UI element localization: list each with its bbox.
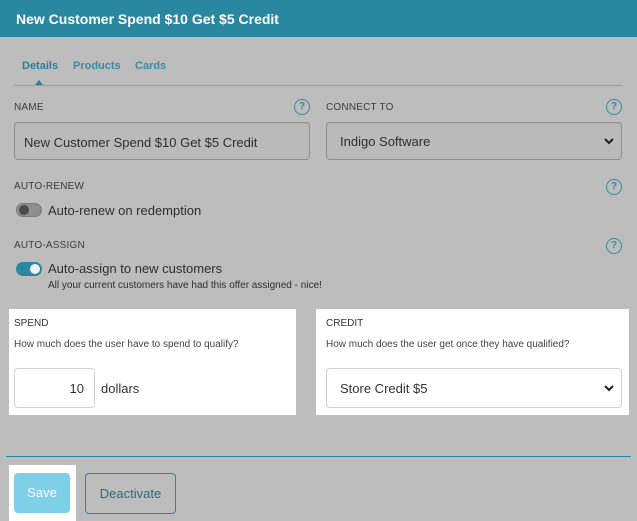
spend-description: How much does the user have to spend to … <box>14 339 239 350</box>
connect-to-select[interactable]: Indigo Software <box>326 122 622 160</box>
spend-amount-input[interactable]: 10 <box>14 368 95 408</box>
toggle-knob <box>19 205 29 215</box>
credit-label: CREDIT <box>326 318 364 329</box>
page-header: New Customer Spend $10 Get $5 Credit <box>0 0 637 37</box>
help-icon[interactable]: ? <box>294 99 310 115</box>
active-tab-indicator <box>35 80 43 85</box>
deactivate-button[interactable]: Deactivate <box>85 473 176 514</box>
page-title: New Customer Spend $10 Get $5 Credit <box>16 11 279 27</box>
credit-selected: Store Credit $5 <box>340 381 428 396</box>
help-icon[interactable]: ? <box>606 99 622 115</box>
tab-products[interactable]: Products <box>73 60 121 72</box>
tab-details[interactable]: Details <box>22 60 58 72</box>
help-icon[interactable]: ? <box>606 179 622 195</box>
spend-amount-value: 10 <box>69 381 84 396</box>
chevron-down-icon <box>604 138 614 145</box>
tab-bar: Details Products Cards <box>14 60 622 86</box>
auto-assign-note: All your current customers have had this… <box>48 280 322 291</box>
connect-to-selected: Indigo Software <box>340 134 431 149</box>
auto-renew-toggle-label: Auto-renew on redemption <box>48 203 202 218</box>
auto-assign-toggle-label: Auto-assign to new customers <box>48 261 223 276</box>
connect-to-label: CONNECT TO <box>326 102 394 113</box>
name-input[interactable]: New Customer Spend $10 Get $5 Credit <box>14 122 310 160</box>
footer-divider <box>6 456 631 457</box>
name-input-value: New Customer Spend $10 Get $5 Credit <box>24 135 258 150</box>
save-button-highlight: Save <box>9 465 76 521</box>
credit-select[interactable]: Store Credit $5 <box>326 368 622 408</box>
credit-description: How much does the user get once they hav… <box>326 339 570 350</box>
credit-panel: CREDIT How much does the user get once t… <box>316 309 629 415</box>
auto-renew-toggle[interactable] <box>16 203 42 217</box>
auto-assign-toggle[interactable] <box>16 262 42 276</box>
spend-panel: SPEND How much does the user have to spe… <box>9 309 296 415</box>
tab-cards[interactable]: Cards <box>135 60 166 72</box>
save-button[interactable]: Save <box>14 473 70 513</box>
spend-unit: dollars <box>101 381 140 396</box>
spend-label: SPEND <box>14 318 49 329</box>
chevron-down-icon <box>604 385 614 392</box>
auto-renew-label: AUTO-RENEW <box>14 181 85 192</box>
auto-assign-label: AUTO-ASSIGN <box>14 240 85 251</box>
help-icon[interactable]: ? <box>606 238 622 254</box>
name-label: NAME <box>14 102 44 113</box>
toggle-knob <box>30 264 40 274</box>
